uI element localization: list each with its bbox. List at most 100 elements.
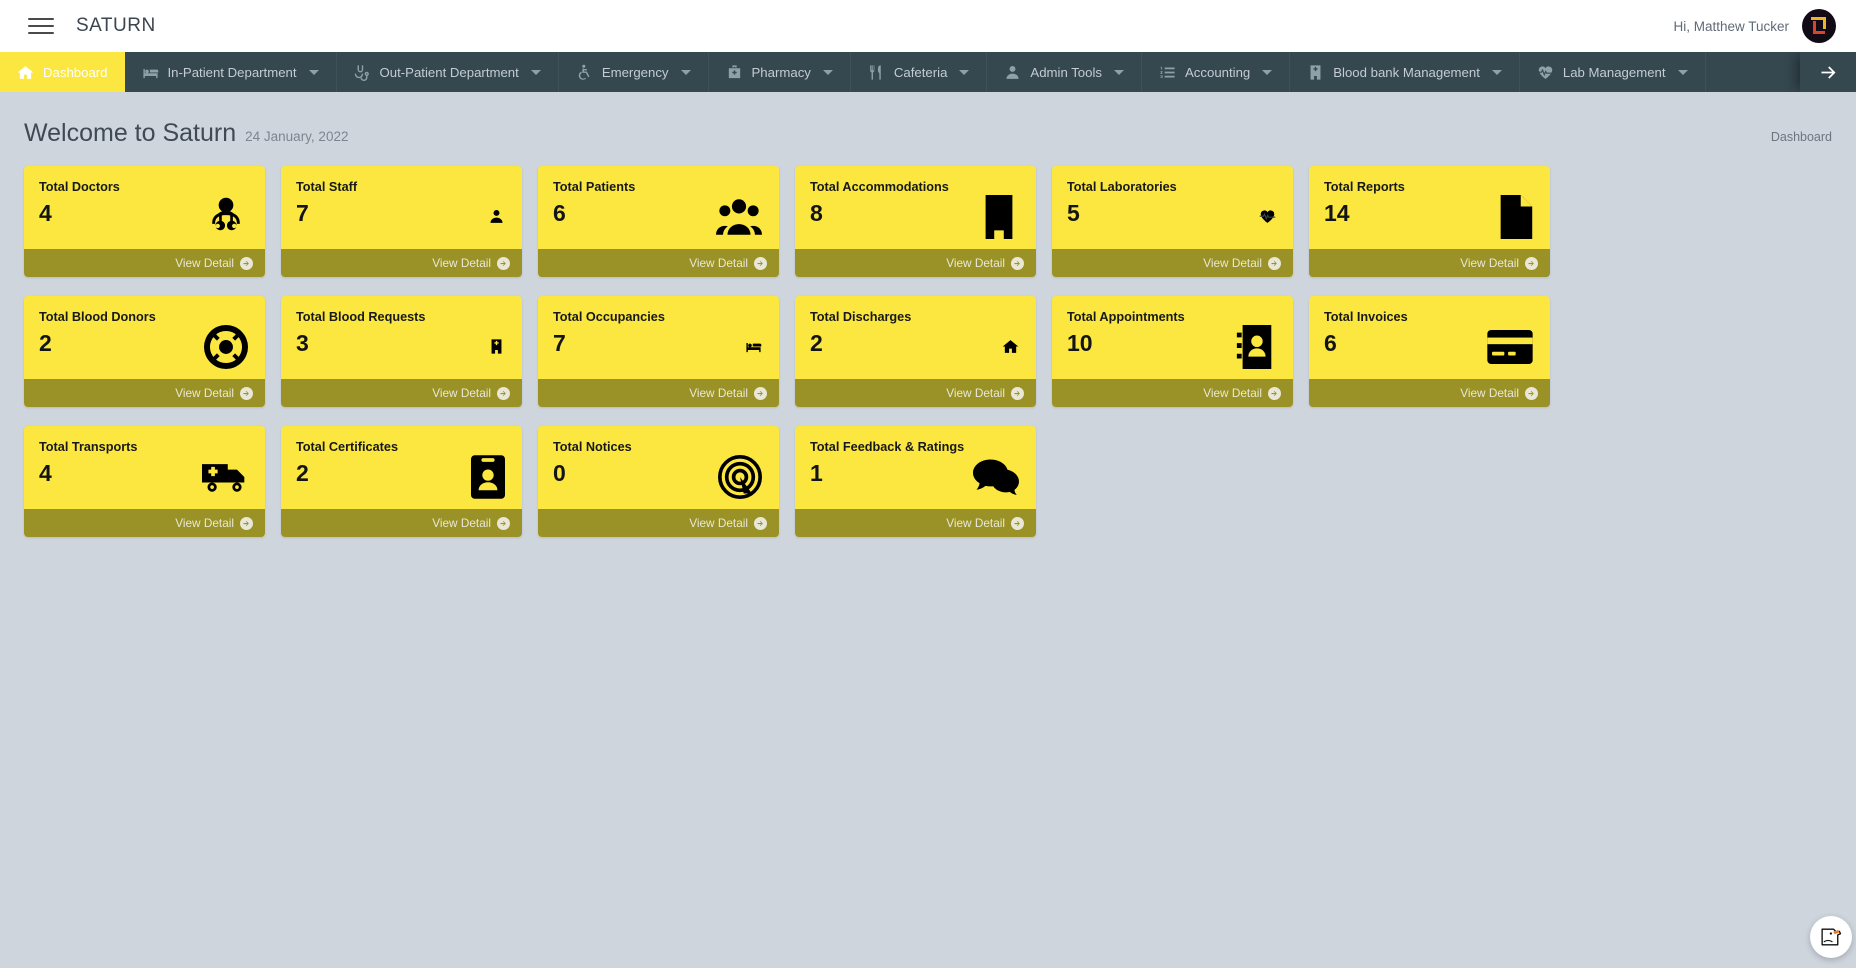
heartbeat-icon (1259, 184, 1276, 249)
view-detail-label: View Detail (432, 516, 491, 530)
nav-item-pharmacy[interactable]: Pharmacy (709, 52, 851, 92)
page-content: Welcome to Saturn 24 January, 2022 Dashb… (0, 92, 1856, 968)
heartbeat-icon (1537, 64, 1554, 81)
stat-card-value: 10 (1067, 330, 1093, 356)
stat-card-text: Total Blood Donors 2 (39, 310, 156, 379)
view-detail-button[interactable]: View Detail (795, 509, 1036, 537)
stat-card-text: Total Certificates 2 (296, 440, 398, 509)
stat-card-text: Total Reports 14 (1324, 180, 1405, 249)
stat-card-body: Total Blood Donors 2 (24, 296, 265, 379)
nav-item-cafeteria[interactable]: Cafeteria (851, 52, 988, 92)
home-icon (1002, 314, 1019, 379)
avatar[interactable] (1802, 9, 1836, 43)
stat-card-label: Total Invoices (1324, 310, 1408, 324)
view-detail-button[interactable]: View Detail (24, 379, 265, 407)
stat-card-body: Total Reports 14 (1309, 166, 1550, 249)
stat-card-text: Total Laboratories 5 (1067, 180, 1177, 249)
stat-card-value: 2 (810, 330, 823, 356)
id-card-icon (471, 444, 505, 509)
stat-card-body: Total Doctors 4 (24, 166, 265, 249)
stat-card: Total Staff 7 View Detail (281, 166, 522, 277)
arrow-right-icon (1818, 62, 1839, 83)
view-detail-label: View Detail (1203, 386, 1262, 400)
chevron-down-icon (959, 69, 970, 75)
view-detail-button[interactable]: View Detail (24, 509, 265, 537)
stat-card-value: 3 (296, 330, 309, 356)
stat-card-text: Total Doctors 4 (39, 180, 120, 249)
view-detail-label: View Detail (1460, 386, 1519, 400)
user-icon (488, 184, 505, 249)
page-header: Welcome to Saturn 24 January, 2022 Dashb… (24, 92, 1832, 166)
arrow-right-icon (754, 516, 767, 530)
arrow-right-icon (1268, 386, 1281, 400)
view-detail-button[interactable]: View Detail (1309, 379, 1550, 407)
view-detail-button[interactable]: View Detail (538, 509, 779, 537)
view-detail-button[interactable]: View Detail (1052, 249, 1293, 277)
stat-card-grid: Total Doctors 4 View Detail Total Staff 7 Vie… (24, 166, 1572, 537)
nav-scroll-right-button[interactable] (1800, 52, 1856, 92)
stat-card-value: 5 (1067, 200, 1080, 226)
nav-item-in-patient-department[interactable]: In-Patient Department (125, 52, 337, 92)
users-icon (716, 184, 762, 249)
view-detail-label: View Detail (946, 516, 1005, 530)
stat-card: Total Blood Requests 3 View Detail (281, 296, 522, 407)
stat-card: Total Doctors 4 View Detail (24, 166, 265, 277)
nav-item-label: Lab Management (1562, 64, 1666, 80)
nav-item-label: Admin Tools (1030, 64, 1102, 80)
nav-item-emergency[interactable]: Emergency (559, 52, 709, 92)
view-detail-label: View Detail (1203, 256, 1262, 270)
view-detail-button[interactable]: View Detail (281, 509, 522, 537)
stat-card-label: Total Patients (553, 180, 636, 194)
nav-item-admin-tools[interactable]: Admin Tools (987, 52, 1142, 92)
stat-card-text: Total Staff 7 (296, 180, 357, 249)
view-detail-button[interactable]: View Detail (1052, 379, 1293, 407)
hamburger-menu-icon[interactable] (28, 13, 54, 39)
duck-assistant-icon[interactable] (1810, 916, 1852, 958)
nav-item-out-patient-department[interactable]: Out-Patient Department (337, 52, 559, 92)
stat-card-label: Total Doctors (39, 180, 120, 194)
main-navigation: Dashboard In-Patient Department Out-Patien… (0, 52, 1856, 92)
app-brand-title: SATURN (76, 15, 156, 36)
stat-card-label: Total Discharges (810, 310, 912, 324)
nav-item-accounting[interactable]: Accounting (1142, 52, 1291, 92)
stat-card-text: Total Transports 4 (39, 440, 137, 509)
arrow-right-icon (1011, 386, 1024, 400)
view-detail-button[interactable]: View Detail (538, 379, 779, 407)
building-icon (979, 184, 1019, 249)
arrow-right-icon (497, 386, 510, 400)
chevron-down-icon (308, 69, 319, 75)
chevron-down-icon (530, 69, 541, 75)
stat-card-value: 2 (39, 330, 52, 356)
stat-card: Total Notices 0 View Detail (538, 426, 779, 537)
stat-card-label: Total Staff (296, 180, 358, 194)
stat-card-value: 6 (1324, 330, 1337, 356)
credit-card-icon (1487, 314, 1533, 379)
stat-card-body: Total Blood Requests 3 (281, 296, 522, 379)
view-detail-label: View Detail (175, 386, 234, 400)
view-detail-button[interactable]: View Detail (795, 249, 1036, 277)
arrow-right-icon (1011, 256, 1024, 270)
view-detail-button[interactable]: View Detail (1309, 249, 1550, 277)
page-date: 24 January, 2022 (245, 129, 349, 144)
hospital-icon (488, 314, 505, 379)
user-greeting: Hi, Matthew Tucker (1673, 18, 1789, 34)
stat-card: Total Patients 6 View Detail (538, 166, 779, 277)
arrow-right-icon (754, 256, 767, 270)
breadcrumb[interactable]: Dashboard (1771, 130, 1832, 144)
chevron-down-icon (680, 69, 691, 75)
chevron-down-icon (1491, 69, 1502, 75)
home-icon (17, 64, 34, 81)
view-detail-button[interactable]: View Detail (281, 379, 522, 407)
view-detail-button[interactable]: View Detail (795, 379, 1036, 407)
stat-card: Total Invoices 6 View Detail (1309, 296, 1550, 407)
nav-item-lab-management[interactable]: Lab Management (1520, 52, 1706, 92)
view-detail-button[interactable]: View Detail (281, 249, 522, 277)
view-detail-button[interactable]: View Detail (538, 249, 779, 277)
bed-icon (142, 64, 159, 81)
stat-card: Total Transports 4 View Detail (24, 426, 265, 537)
view-detail-button[interactable]: View Detail (24, 249, 265, 277)
chevron-down-icon (822, 69, 833, 75)
stat-card-text: Total Notices 0 (553, 440, 632, 509)
nav-item-blood-bank-management[interactable]: Blood bank Management (1290, 52, 1520, 92)
nav-item-dashboard[interactable]: Dashboard (0, 52, 125, 92)
